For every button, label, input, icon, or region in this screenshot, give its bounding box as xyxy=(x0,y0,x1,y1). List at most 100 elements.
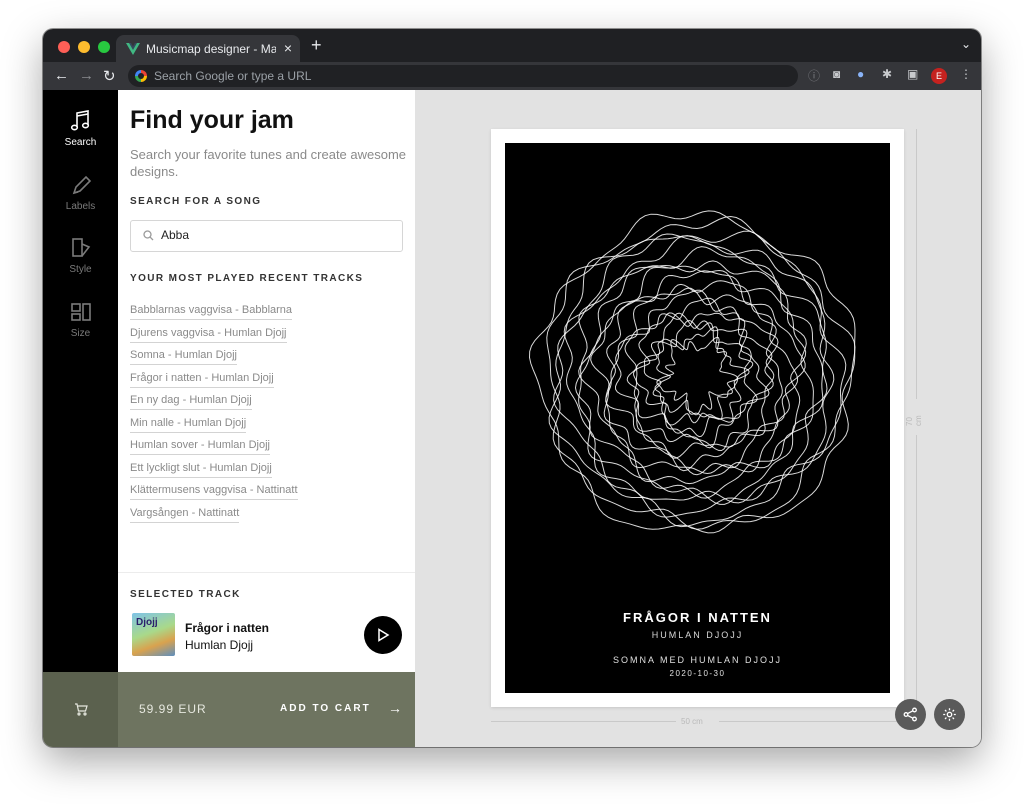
recent-track-link[interactable]: Min nalle - Humlan Djojj xyxy=(130,416,247,433)
recent-track-link[interactable]: Humlan sover - Humlan Djojj xyxy=(130,439,270,455)
album-art: Djojj xyxy=(132,613,175,656)
browser-tab[interactable]: Musicmap designer - Mapiful.c × xyxy=(116,35,300,62)
selected-track-title: Frågor i natten xyxy=(185,621,270,635)
zoom-window-button[interactable] xyxy=(98,41,110,53)
app-content: Search Labels Style Size Find your jam S… xyxy=(43,90,981,747)
song-search-box[interactable] xyxy=(130,220,403,252)
poster-title: FRÅGOR I NATTEN xyxy=(623,610,772,625)
selected-track-label: SELECTED TRACK xyxy=(130,589,241,600)
recent-track-item[interactable]: Ett lyckligt slut - Humlan Djojj xyxy=(130,458,410,481)
recent-track-item[interactable]: Humlan sover - Humlan Djojj xyxy=(130,435,410,458)
recent-track-link[interactable]: Vargsången - Nattinatt xyxy=(130,506,240,523)
minimize-window-button[interactable] xyxy=(78,41,90,53)
dimension-line xyxy=(916,435,917,707)
dimension-line xyxy=(719,721,904,722)
forward-arrow-icon[interactable]: → xyxy=(79,67,94,84)
width-dimension: 50 cm xyxy=(491,717,904,727)
price-label: 59.99 EUR xyxy=(139,702,207,716)
recent-track-link[interactable]: Somna - Humlan Djojj xyxy=(130,349,237,365)
shopping-cart-icon xyxy=(75,703,88,716)
album-art-text: Djojj xyxy=(136,617,158,628)
play-icon xyxy=(378,628,390,642)
vue-logo-icon xyxy=(126,43,140,55)
gear-icon xyxy=(943,708,956,721)
close-window-button[interactable] xyxy=(58,41,70,53)
search-section-label: SEARCH FOR A SONG xyxy=(130,196,262,207)
back-arrow-icon[interactable]: ← xyxy=(54,67,69,84)
poster-preview[interactable]: FRÅGOR I NATTEN HUMLAN DJOJJ SOMNA MED H… xyxy=(505,143,890,693)
share-icon xyxy=(903,707,917,722)
recent-track-link[interactable]: Djurens vaggvisa - Humlan Djojj xyxy=(130,326,287,343)
play-button[interactable] xyxy=(364,616,402,654)
wave-ring xyxy=(643,319,754,426)
address-bar[interactable]: Search Google or type a URL xyxy=(128,65,798,87)
song-search-input[interactable] xyxy=(159,227,393,243)
page-title: Find your jam xyxy=(130,106,294,134)
more-menu-icon[interactable]: ⋮ xyxy=(960,67,972,81)
poster-date: 2020-10-30 xyxy=(669,669,726,678)
info-icon[interactable]: ⓘ xyxy=(808,67,820,84)
camera-extension-icon[interactable]: ◙ xyxy=(833,67,840,81)
recent-track-link[interactable]: Babblarnas vaggvisa - Babblarna xyxy=(130,304,293,320)
sidebar-item-labels[interactable]: Labels xyxy=(43,173,118,212)
recent-track-link[interactable]: Ett lyckligt slut - Humlan Djojj xyxy=(130,461,272,478)
recent-track-item[interactable]: Min nalle - Humlan Djojj xyxy=(130,413,410,436)
recent-tracks-label: YOUR MOST PLAYED RECENT TRACKS xyxy=(130,273,364,284)
height-dimension: 70 cm xyxy=(905,129,923,707)
poster-dedication: SOMNA MED HUMLAN DJOJJ xyxy=(612,655,782,665)
dimension-line xyxy=(491,721,676,722)
recent-track-item[interactable]: Vargsången - Nattinatt xyxy=(130,503,410,526)
browser-window: Musicmap designer - Mapiful.c × + ⌄ ← → … xyxy=(43,29,981,747)
page-subtitle: Search your favorite tunes and create aw… xyxy=(130,147,407,179)
wave-ring xyxy=(624,297,774,452)
recent-track-item[interactable]: En ny dag - Humlan Djojj xyxy=(130,390,410,413)
google-icon xyxy=(135,70,147,82)
height-label: 70 cm xyxy=(905,415,923,426)
preview-canvas: FRÅGOR I NATTEN HUMLAN DJOJJ SOMNA MED H… xyxy=(415,90,981,747)
browser-toolbar: ← → ↻ Search Google or type a URL ⓘ ◙ ● … xyxy=(43,62,981,90)
panel-divider xyxy=(118,572,415,573)
tab-close-icon[interactable]: × xyxy=(284,40,292,56)
wave-ring xyxy=(548,230,847,528)
wave-ring xyxy=(603,280,799,476)
sidebar-item-search[interactable]: Search xyxy=(43,109,118,148)
sidebar-nav: Search Labels Style Size xyxy=(43,90,118,672)
style-shapes-icon xyxy=(71,238,90,257)
music-note-icon xyxy=(70,110,89,131)
poster-frame: FRÅGOR I NATTEN HUMLAN DJOJJ SOMNA MED H… xyxy=(491,129,904,707)
recent-track-link[interactable]: Klättermusens vaggvisa - Nattinatt xyxy=(130,484,298,500)
puzzle-extensions-icon[interactable]: ✱ xyxy=(882,67,892,81)
extension-circle-icon[interactable]: ● xyxy=(857,67,864,81)
new-tab-button[interactable]: + xyxy=(311,35,322,56)
sidebar-item-size[interactable]: Size xyxy=(43,300,118,339)
reload-icon[interactable]: ↻ xyxy=(103,67,116,85)
recent-track-item[interactable]: Babblarnas vaggvisa - Babblarna xyxy=(130,300,410,323)
arrow-right-icon[interactable]: → xyxy=(388,700,402,716)
settings-button[interactable] xyxy=(934,699,965,730)
address-placeholder: Search Google or type a URL xyxy=(154,69,312,83)
side-panel-icon[interactable]: ▣ xyxy=(907,67,918,81)
selected-track-artist: Humlan Djojj xyxy=(185,638,254,652)
recent-track-item[interactable]: Somna - Humlan Djojj xyxy=(130,345,410,368)
profile-avatar[interactable]: E xyxy=(931,68,947,84)
recent-track-link[interactable]: En ny dag - Humlan Djojj xyxy=(130,394,252,410)
tab-title: Musicmap designer - Mapiful.c xyxy=(146,42,276,56)
wave-ring xyxy=(546,215,856,530)
tab-search-chevron-icon[interactable]: ⌄ xyxy=(961,37,971,51)
recent-track-link[interactable]: Frågor i natten - Humlan Djojj xyxy=(130,371,274,388)
share-button[interactable] xyxy=(895,699,926,730)
recent-tracks-list: Babblarnas vaggvisa - Babblarna Djurens … xyxy=(130,300,410,525)
window-controls xyxy=(58,41,110,53)
search-icon xyxy=(143,230,154,241)
recent-track-item[interactable]: Frågor i natten - Humlan Djojj xyxy=(130,368,410,391)
width-label: 50 cm xyxy=(681,717,703,726)
recent-track-item[interactable]: Djurens vaggvisa - Humlan Djojj xyxy=(130,323,410,346)
sidebar-item-style[interactable]: Style xyxy=(43,236,118,275)
sidebar-item-label: Style xyxy=(69,264,92,275)
sidebar-item-label: Size xyxy=(70,328,91,339)
poster-artist: HUMLAN DJOJJ xyxy=(651,630,744,640)
add-to-cart-button[interactable]: ADD TO CART xyxy=(280,703,371,714)
recent-track-item[interactable]: Klättermusens vaggvisa - Nattinatt xyxy=(130,480,410,503)
size-frames-icon xyxy=(70,303,91,321)
cart-button[interactable] xyxy=(43,672,118,747)
